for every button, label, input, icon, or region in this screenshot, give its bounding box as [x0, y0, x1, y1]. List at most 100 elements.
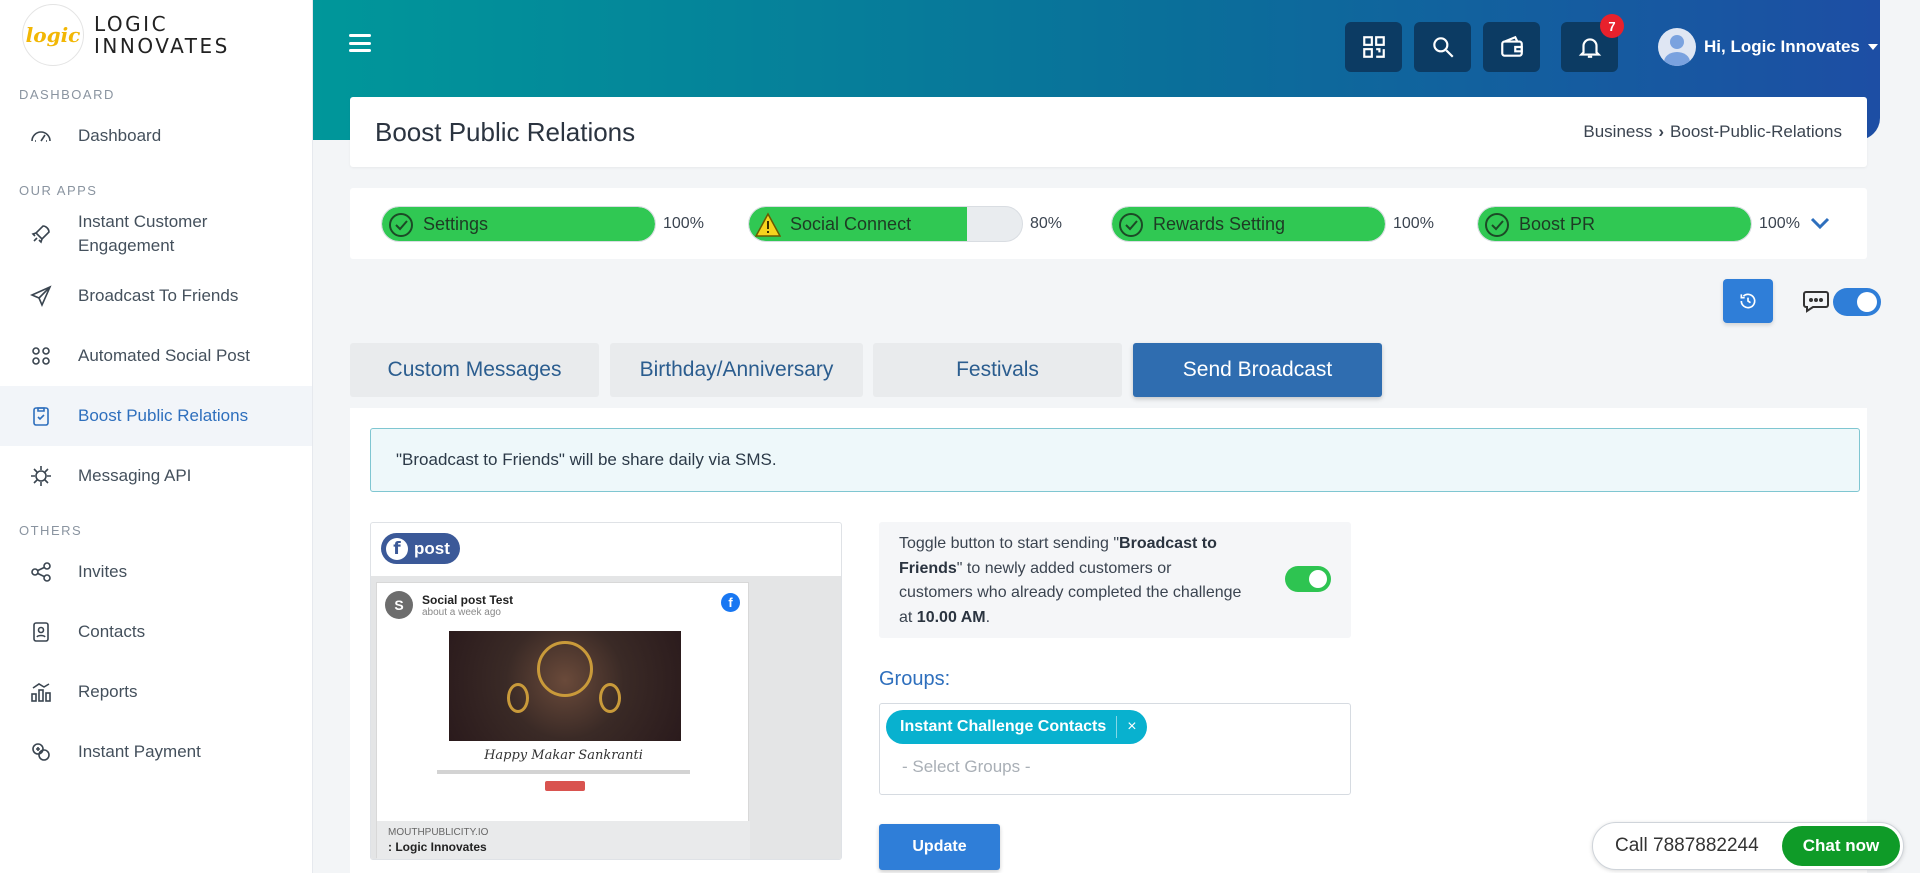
clipboard-icon [28, 403, 54, 429]
group-chip-label: Instant Challenge Contacts [900, 718, 1107, 735]
broadcast-toggle-box: Toggle button to start sending "Broadcas… [879, 522, 1351, 638]
wallet-icon [1500, 35, 1523, 57]
history-icon [1740, 293, 1756, 309]
chat-now-button[interactable]: Chat now [1782, 826, 1900, 866]
paper-plane-icon [28, 283, 54, 309]
section-label-others: OTHERS [19, 523, 83, 538]
groups-multiselect[interactable]: Instant Challenge Contacts × - Select Gr… [879, 703, 1351, 795]
sidebar-item-instant-payment[interactable]: Instant Payment [0, 722, 312, 782]
hamburger-icon[interactable] [349, 34, 371, 52]
brand-name: LOGIC INNOVATES [94, 12, 230, 58]
page-title: Boost Public Relations [375, 116, 636, 147]
user-menu[interactable]: Hi, Logic Innovates [1658, 28, 1878, 66]
speedometer-icon [28, 123, 54, 149]
progress-label: Social Connect [790, 214, 912, 234]
rocket-icon [28, 221, 54, 247]
post-header: S Social post Test about a week ago [385, 591, 513, 619]
info-alert: "Broadcast to Friends" will be share dai… [370, 428, 1860, 492]
warning-icon [755, 212, 781, 237]
call-number[interactable]: Call 7887882244 [1615, 835, 1759, 857]
post-footer: MOUTHPUBLICITY.IO : Logic Innovates [377, 821, 750, 859]
progress-step-social-connect[interactable]: Social Connect 80% [748, 206, 1062, 242]
qr-code-button[interactable] [1345, 22, 1402, 72]
contact-book-icon [28, 619, 54, 645]
sidebar-item-messaging-api[interactable]: Messaging API [0, 446, 312, 506]
wallet-button[interactable] [1483, 22, 1540, 72]
tab-custom-messages[interactable]: Custom Messages [350, 343, 599, 397]
sidebar-item-invites[interactable]: Invites [0, 542, 312, 602]
groups-select-placeholder[interactable]: - Select Groups - [902, 757, 1031, 777]
avatar [1658, 28, 1696, 66]
sidebar-item-label: Messaging API [78, 466, 192, 485]
breadcrumb: Business › Boost-Public-Relations [1583, 122, 1842, 142]
progress-percent: 100% [1759, 215, 1800, 232]
facebook-logo-icon: f [721, 593, 740, 612]
remove-chip-icon[interactable]: × [1116, 716, 1146, 738]
expand-chevron-icon[interactable] [1809, 212, 1831, 234]
progress-label: Boost PR [1519, 214, 1596, 234]
bell-icon [1578, 38, 1601, 58]
progress-percent: 100% [663, 215, 704, 232]
progress-step-settings[interactable]: Settings 100% [381, 206, 704, 242]
groups-label: Groups: [879, 668, 951, 690]
user-greeting: Hi, Logic Innovates [1704, 37, 1860, 56]
chevron-right-icon: › [1658, 122, 1665, 141]
progress-bar: Rewards Setting [1111, 206, 1386, 242]
progress-bar: Social Connect [748, 206, 1023, 242]
notifications-button[interactable]: 7 [1561, 14, 1624, 72]
progress-bar: Settings [381, 206, 656, 242]
post-type-label: post [414, 538, 450, 558]
sidebar-item-reports[interactable]: Reports [0, 662, 312, 722]
progress-percent: 80% [1030, 215, 1063, 232]
broadcast-toggle-description: Toggle button to start sending "Broadcas… [899, 535, 1242, 626]
call-widget: Call 7887882244 Chat now [1592, 822, 1904, 870]
post-image [449, 631, 681, 741]
sidebar-item-label: Boost Public Relations [78, 406, 249, 425]
sidebar-item-boost-public-relations[interactable]: Boost Public Relations [0, 386, 312, 446]
chevron-down-icon [1867, 44, 1878, 50]
chat-toggle[interactable] [1833, 288, 1881, 316]
post-description-line [437, 770, 690, 774]
update-button[interactable]: Update [879, 824, 1000, 870]
post-avatar: S [385, 591, 413, 619]
progress-step-rewards-setting[interactable]: Rewards Setting 100% [1111, 206, 1434, 242]
sidebar-item-label: Reports [78, 682, 138, 701]
section-label-apps: OUR APPS [19, 183, 98, 198]
sidebar-item-dashboard[interactable]: Dashboard [0, 106, 312, 166]
sidebar-item-label: Instant Payment [78, 742, 201, 761]
broadcast-toggle-switch[interactable] [1285, 566, 1331, 592]
chat-bubble-icon [1802, 289, 1830, 313]
sidebar-item-label: Instant Customer Engagement [78, 212, 208, 255]
sidebar-item-contacts[interactable]: Contacts [0, 602, 312, 662]
post-cta-button [545, 781, 585, 791]
payment-icon [28, 739, 54, 765]
history-button[interactable] [1723, 279, 1773, 323]
social-nodes-icon [28, 343, 54, 369]
group-chip: Instant Challenge Contacts × [886, 710, 1147, 744]
progress-percent: 100% [1393, 215, 1434, 232]
facebook-post: S Social post Test about a week ago f Ha… [376, 582, 750, 859]
sidebar-item-instant-customer-engagement[interactable]: Instant Customer Engagement [0, 202, 312, 266]
post-time: about a week ago [422, 606, 501, 618]
search-button[interactable] [1414, 22, 1471, 72]
notification-badge: 7 [1600, 14, 1624, 38]
search-icon [1432, 37, 1454, 58]
tab-festivals[interactable]: Festivals [873, 343, 1122, 397]
post-domain: MOUTHPUBLICITY.IO [388, 827, 489, 838]
setup-progress-card: Settings 100% Social Connect 80% Rewards… [350, 188, 1867, 259]
brand[interactable]: logic LOGIC INNOVATES [0, 0, 312, 70]
sidebar-item-automated-social-post[interactable]: Automated Social Post [0, 326, 312, 386]
breadcrumb-business[interactable]: Business [1583, 122, 1652, 142]
sidebar-item-broadcast-to-friends[interactable]: Broadcast To Friends [0, 266, 312, 326]
sidebar-item-label: Invites [78, 562, 128, 581]
section-label-dashboard: DASHBOARD [19, 87, 115, 102]
sidebar-item-label: Dashboard [78, 126, 162, 145]
check-circle-icon [1485, 213, 1509, 237]
api-gear-icon [28, 463, 54, 489]
progress-step-boost-pr[interactable]: Boost PR 100% [1477, 206, 1800, 242]
tab-send-broadcast[interactable]: Send Broadcast [1133, 343, 1382, 397]
check-circle-icon [389, 213, 413, 237]
tab-birthday-anniversary[interactable]: Birthday/Anniversary [610, 343, 863, 397]
post-author: Social post Test [422, 592, 514, 607]
qr-code-icon [1362, 36, 1385, 58]
